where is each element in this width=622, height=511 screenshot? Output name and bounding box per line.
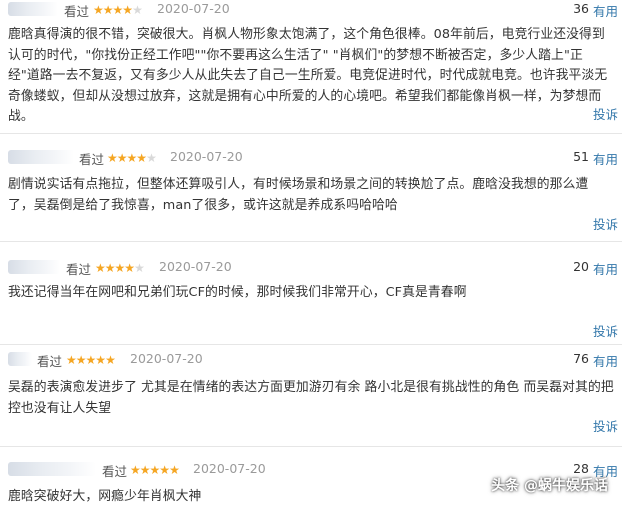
useful-button[interactable]: 有用 — [593, 259, 618, 278]
watched-label: 看过 — [79, 152, 105, 167]
report-button[interactable]: 投诉 — [593, 104, 618, 123]
star-icon: ★ — [112, 3, 124, 17]
divider — [0, 241, 622, 242]
avatar[interactable] — [8, 260, 60, 274]
useful-button[interactable]: 有用 — [593, 149, 618, 168]
star-icon: ★ — [139, 463, 151, 477]
star-icon: ★ — [159, 463, 170, 477]
divider — [0, 344, 622, 345]
star-empty-icon: ★ — [134, 261, 145, 275]
review-body: 我还记得当年在网吧和兄弟们玩CF的时候，那时候我们非常开心，CF真是青春啊 — [8, 285, 467, 300]
vote-area: 36 有用 — [573, 1, 618, 20]
star-icon: ★ — [104, 261, 116, 275]
useful-button[interactable]: 有用 — [593, 1, 618, 20]
report-button[interactable]: 投诉 — [593, 321, 618, 340]
star-empty-icon: ★ — [146, 151, 157, 165]
watched-label: 看过 — [102, 464, 128, 479]
report-button[interactable]: 投诉 — [593, 416, 618, 435]
review-date: 2020-07-20 — [159, 259, 232, 274]
star-icon: ★ — [66, 353, 77, 367]
avatar[interactable] — [8, 462, 96, 476]
star-icon: ★ — [95, 353, 106, 367]
star-icon: ★ — [102, 3, 114, 17]
report-button[interactable]: 投诉 — [593, 214, 618, 233]
star-icon: ★ — [114, 261, 126, 275]
review-body: 鹿晗真得演的很不错，突破很大。肖枫人物形象太饱满了，这个角色很棒。08年前后，电… — [8, 27, 608, 124]
star-icon: ★ — [107, 151, 118, 165]
star-icon: ★ — [126, 151, 138, 165]
star-empty-icon: ★ — [132, 3, 143, 17]
review-body: 剧情说实话有点拖拉，但整体还算吸引人，有时候场景和场景之间的转换尬了点。鹿晗没我… — [8, 177, 589, 213]
star-icon: ★ — [95, 261, 106, 275]
divider — [0, 446, 622, 447]
star-icon: ★ — [149, 463, 161, 477]
watermark: 头条 @蜗牛娱乐话 — [491, 478, 608, 494]
review-date: 2020-07-20 — [170, 149, 243, 164]
rating-stars: ★ ★ ★ ★ ★ — [93, 0, 143, 20]
review-date: 2020-07-20 — [157, 1, 230, 16]
vote-area: 51 有用 — [573, 149, 618, 168]
vote-count: 36 — [573, 1, 589, 16]
rating-stars: ★ ★ ★ ★ ★ — [66, 350, 116, 370]
vote-count: 76 — [573, 351, 589, 366]
rating-stars: ★ ★ ★ ★ ★ — [107, 148, 157, 168]
divider — [0, 133, 622, 134]
star-icon: ★ — [93, 3, 104, 17]
vote-count: 51 — [573, 149, 589, 164]
star-icon: ★ — [130, 463, 141, 477]
watched-label: 看过 — [66, 262, 92, 277]
star-icon: ★ — [122, 3, 133, 17]
rating-stars: ★ ★ ★ ★ ★ — [130, 460, 180, 480]
star-icon: ★ — [75, 353, 87, 367]
avatar[interactable] — [8, 352, 32, 366]
rating-stars: ★ ★ ★ ★ ★ — [95, 258, 145, 278]
star-icon: ★ — [85, 353, 97, 367]
star-icon: ★ — [136, 151, 147, 165]
star-icon: ★ — [116, 151, 128, 165]
vote-area: 20 有用 — [573, 259, 618, 278]
star-icon: ★ — [169, 463, 180, 477]
watched-label: 看过 — [37, 354, 63, 369]
star-icon: ★ — [124, 261, 135, 275]
useful-button[interactable]: 有用 — [593, 351, 618, 370]
avatar[interactable] — [8, 2, 58, 16]
star-icon: ★ — [105, 353, 116, 367]
vote-count: 20 — [573, 259, 589, 274]
review-date: 2020-07-20 — [130, 351, 203, 366]
vote-area: 76 有用 — [573, 351, 618, 370]
review-body: 吴磊的表演愈发进步了 尤其是在情绪的表达方面更加游刃有余 路小北是很有挑战性的角… — [8, 380, 614, 416]
watched-label: 看过 — [64, 4, 90, 19]
avatar[interactable] — [8, 150, 74, 164]
review-date: 2020-07-20 — [193, 461, 266, 476]
